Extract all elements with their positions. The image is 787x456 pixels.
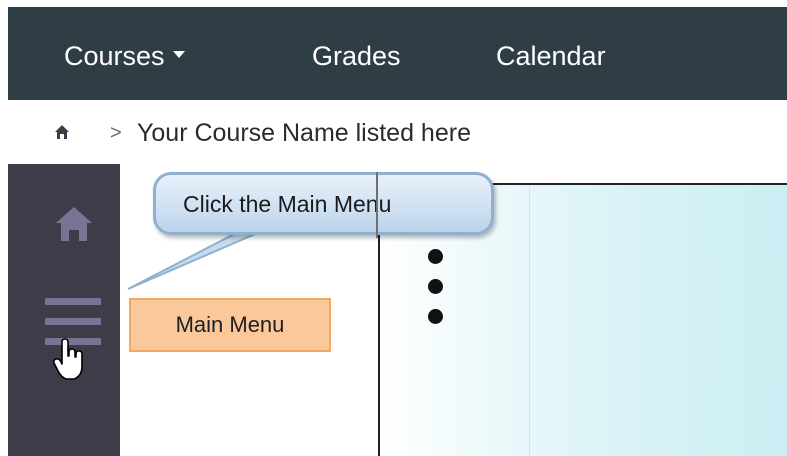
- instruction-callout: Click the Main Menu: [153, 172, 494, 235]
- course-sidebar: [8, 164, 120, 456]
- breadcrumb-separator: >: [110, 122, 122, 144]
- callout-divider-line: [376, 172, 378, 238]
- breadcrumb: > Your Course Name listed here: [8, 100, 787, 164]
- nav-courses[interactable]: Courses: [64, 40, 185, 72]
- chevron-down-icon: [172, 51, 185, 59]
- dot: [428, 309, 443, 324]
- vertical-dots-menu-icon[interactable]: [428, 249, 444, 325]
- top-navbar: Courses Grades Calendar: [8, 7, 787, 100]
- nav-grades[interactable]: Grades: [312, 40, 401, 72]
- hand-cursor-icon: [52, 338, 83, 380]
- nav-courses-label: Courses: [64, 41, 165, 71]
- nav-calendar[interactable]: Calendar: [496, 40, 606, 72]
- dot: [428, 249, 443, 264]
- callout-pointer: [127, 230, 263, 290]
- page: Courses Grades Calendar > Your Course Na…: [0, 0, 787, 456]
- callout-text: Click the Main Menu: [183, 191, 392, 217]
- menu-bar-top: [45, 298, 101, 305]
- home-icon[interactable]: [52, 201, 96, 245]
- nav-grades-label: Grades: [312, 41, 401, 71]
- main-menu-label: Main Menu: [129, 298, 331, 352]
- content-divider: [529, 185, 530, 456]
- nav-calendar-label: Calendar: [496, 41, 606, 71]
- menu-bar-middle: [45, 318, 101, 325]
- dot: [428, 279, 443, 294]
- breadcrumb-course-name[interactable]: Your Course Name listed here: [137, 118, 471, 148]
- home-icon[interactable]: [54, 124, 70, 140]
